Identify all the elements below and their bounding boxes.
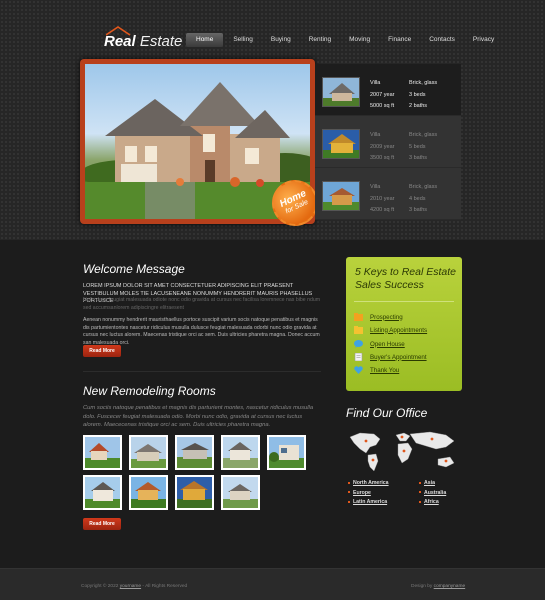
welcome-title: Welcome Message (83, 262, 185, 276)
keys-title: 5 Keys to Real Estate Sales Success (355, 266, 456, 291)
key-item-thank-you[interactable]: Thank You (354, 364, 399, 376)
listing-year: 2009 year (370, 143, 395, 150)
listing-type: Villa (370, 132, 381, 138)
nav-home[interactable]: Home (186, 33, 224, 47)
key-link[interactable]: Thank You (370, 367, 399, 374)
listing-year: 2007 year (370, 91, 395, 98)
key-item-prospecting[interactable]: Prospecting (354, 311, 403, 323)
listing-type: Villa (370, 184, 381, 190)
gallery-thumb[interactable] (175, 475, 214, 510)
listings-panel: Villa 2007 year 5000 sq ft Brick, glass … (315, 64, 461, 220)
gallery-thumb[interactable] (175, 435, 214, 470)
region-link-europe[interactable]: Europe (348, 489, 371, 499)
listing-beds: 3 beds (409, 91, 426, 98)
region-label: North America (353, 480, 389, 486)
gallery-thumb[interactable] (83, 475, 122, 510)
listing-item[interactable]: Villa 2009 year 3500 sq ft Brick, glass … (315, 116, 461, 168)
rooms-text: Cum sociis natoque penatibus et magnis d… (83, 405, 314, 428)
gallery-thumb[interactable] (129, 475, 168, 510)
listing-baths: 3 baths (409, 155, 428, 161)
listing-baths: 3 baths (409, 207, 428, 213)
office-title: Find Our Office (346, 406, 428, 420)
footer-copyright: Copyright © 2022 yourname - All Rights R… (81, 584, 188, 589)
listing-material: Brick, glass (409, 184, 438, 190)
heart-icon (354, 366, 363, 374)
listing-thumbnail (322, 181, 360, 211)
footer-design-link[interactable]: companyname (434, 584, 465, 589)
welcome-body-text: Aenean nonummy hendrerit mauristhaellus … (83, 317, 320, 346)
listing-item[interactable]: Villa 2010 year 4200 sq ft Brick, glass … (315, 168, 461, 220)
listing-size: 5000 sq ft (370, 103, 395, 109)
house-roof-icon (106, 26, 131, 36)
key-item-open-house[interactable]: Open House (354, 338, 405, 350)
keys-separator (354, 301, 454, 302)
gallery-thumb[interactable] (83, 435, 122, 470)
gallery-thumb[interactable] (129, 435, 168, 470)
key-item-listing-appointments[interactable]: Listing Appointments (354, 324, 427, 336)
region-label: Latin America (353, 499, 388, 506)
listing-item[interactable]: Villa 2007 year 5000 sq ft Brick, glass … (315, 64, 461, 116)
listing-size: 4200 sq ft (370, 207, 395, 213)
gallery-thumb[interactable] (221, 435, 260, 470)
region-label: Australia (424, 489, 447, 496)
welcome-grey-text: Nulla dace feugiat malesuada odiote nonc… (83, 297, 321, 311)
region-label: Asia (424, 480, 435, 486)
rooms-title: New Remodeling Rooms (83, 384, 216, 398)
nav-selling[interactable]: Selling (225, 33, 261, 47)
listing-beds: 5 beds (409, 143, 426, 150)
listing-size: 3500 sq ft (370, 155, 395, 161)
nav-buying[interactable]: Buying (263, 33, 299, 47)
listing-year: 2010 year (370, 195, 395, 202)
gallery-thumb[interactable] (267, 435, 306, 470)
main-nav: Home Selling Buying Renting Moving Finan… (186, 33, 504, 47)
key-link[interactable]: Listing Appointments (370, 327, 427, 334)
footer-design-credit: Design by companyname (411, 584, 466, 589)
listing-type: Villa (370, 80, 381, 86)
region-link-africa[interactable]: Africa (419, 498, 439, 508)
site-logo[interactable]: Real Estate (104, 26, 182, 50)
region-label: Africa (424, 499, 439, 506)
keys-panel: 5 Keys to Real Estate Sales Success Pros… (346, 257, 462, 391)
folder-icon (354, 326, 363, 334)
nav-moving[interactable]: Moving (341, 33, 378, 47)
key-link[interactable]: Open House (370, 341, 405, 348)
listing-baths: 2 baths (409, 103, 428, 109)
region-label: Europe (353, 489, 371, 496)
listing-thumbnail (322, 129, 360, 159)
region-link-asia[interactable]: Asia (419, 479, 435, 489)
welcome-read-more-button[interactable]: Read More (83, 345, 121, 357)
region-link-north-america[interactable]: North America (348, 479, 389, 489)
footer-copyright-link[interactable]: yourname (120, 584, 141, 589)
folder-icon (354, 313, 363, 321)
region-link-australia[interactable]: Australia (419, 489, 446, 499)
key-item-buyers-appointment[interactable]: Buyer's Appointment (354, 351, 427, 363)
document-icon (354, 353, 363, 361)
nav-privacy[interactable]: Privacy (465, 33, 502, 47)
gallery-thumb[interactable] (221, 475, 260, 510)
nav-renting[interactable]: Renting (301, 33, 339, 47)
region-link-latin-america[interactable]: Latin America (348, 498, 387, 508)
listing-material: Brick, glass (409, 132, 438, 138)
nav-contacts[interactable]: Contacts (421, 33, 463, 47)
key-link[interactable]: Prospecting (370, 314, 403, 321)
listing-beds: 4 beds (409, 195, 426, 202)
section-divider (83, 371, 321, 372)
key-link[interactable]: Buyer's Appointment (370, 354, 427, 361)
nav-finance[interactable]: Finance (380, 33, 419, 47)
rooms-read-more-button[interactable]: Read More (83, 518, 121, 530)
world-map-icon[interactable] (346, 427, 462, 473)
listing-thumbnail (322, 77, 360, 107)
listing-material: Brick, glass (409, 80, 438, 86)
bubble-icon (354, 340, 363, 348)
